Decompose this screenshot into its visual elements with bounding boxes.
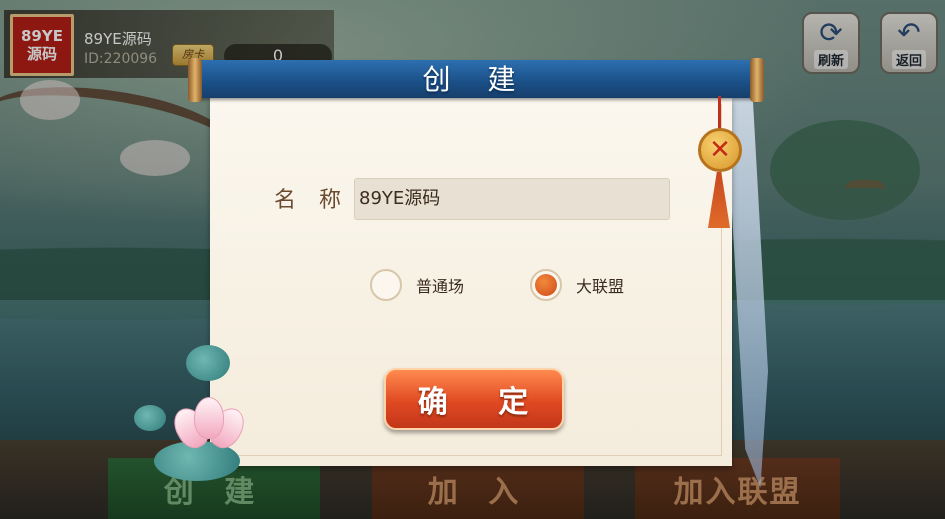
radio-label: 大联盟 <box>576 277 625 296</box>
lotus-leaf <box>186 345 230 381</box>
lotus-leaf <box>134 405 166 431</box>
radio-label: 普通场 <box>416 277 465 296</box>
radio-normal-room[interactable]: 普通场 <box>370 269 464 301</box>
radio-selected-dot <box>535 274 557 296</box>
lotus-decoration <box>120 345 260 485</box>
name-input[interactable]: 89YE源码 <box>354 178 670 220</box>
radio-circle <box>370 269 402 301</box>
close-icon: ✕ <box>709 135 731 165</box>
radio-grand-league[interactable]: 大联盟 <box>530 269 624 301</box>
name-label: 名 称 <box>274 188 349 213</box>
dialog-title: 创 建 <box>422 63 530 96</box>
confirm-button[interactable]: 确 定 <box>384 368 564 430</box>
lotus-petal <box>194 397 224 439</box>
radio-circle <box>530 269 562 301</box>
create-dialog: 创 建 名 称 89YE源码 普通场 大联盟 确 定 ✕ <box>188 56 782 488</box>
tassel-cord <box>718 96 721 130</box>
close-button[interactable]: ✕ <box>698 128 742 172</box>
